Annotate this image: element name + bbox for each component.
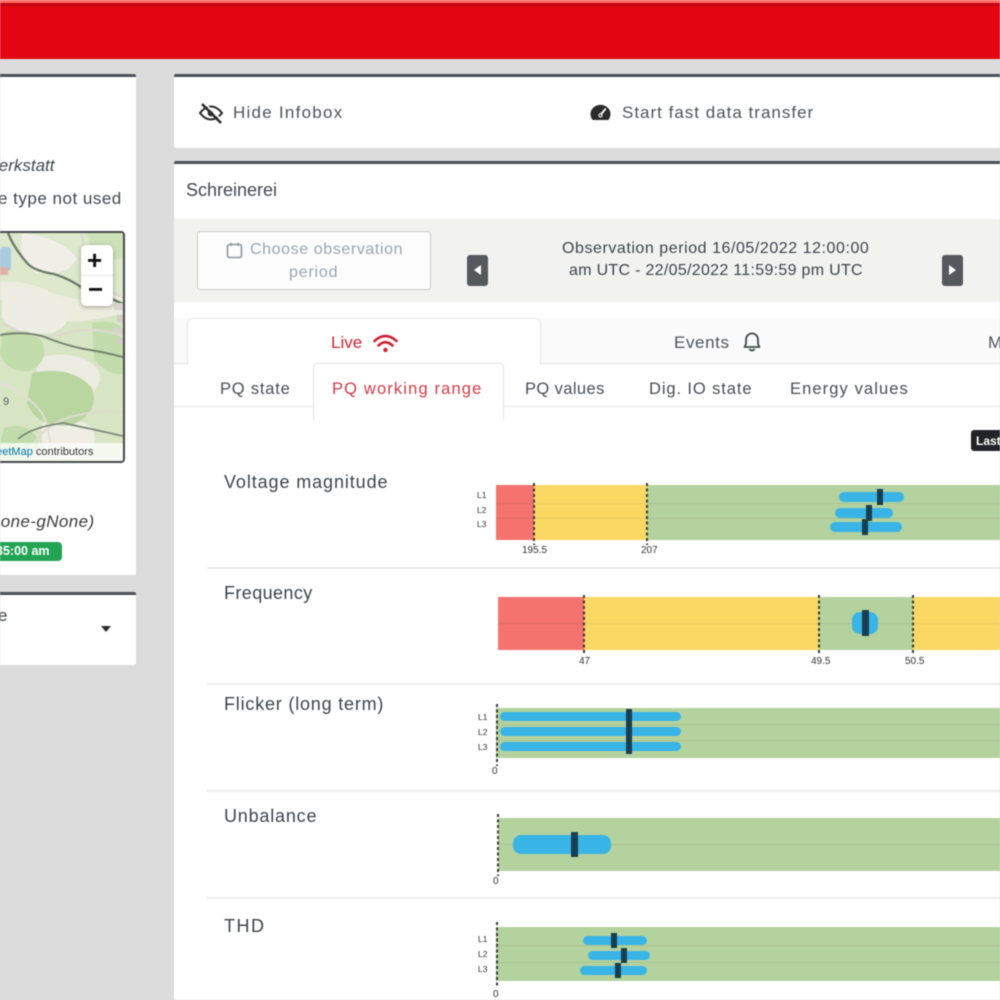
svg-text:9: 9: [3, 396, 9, 408]
